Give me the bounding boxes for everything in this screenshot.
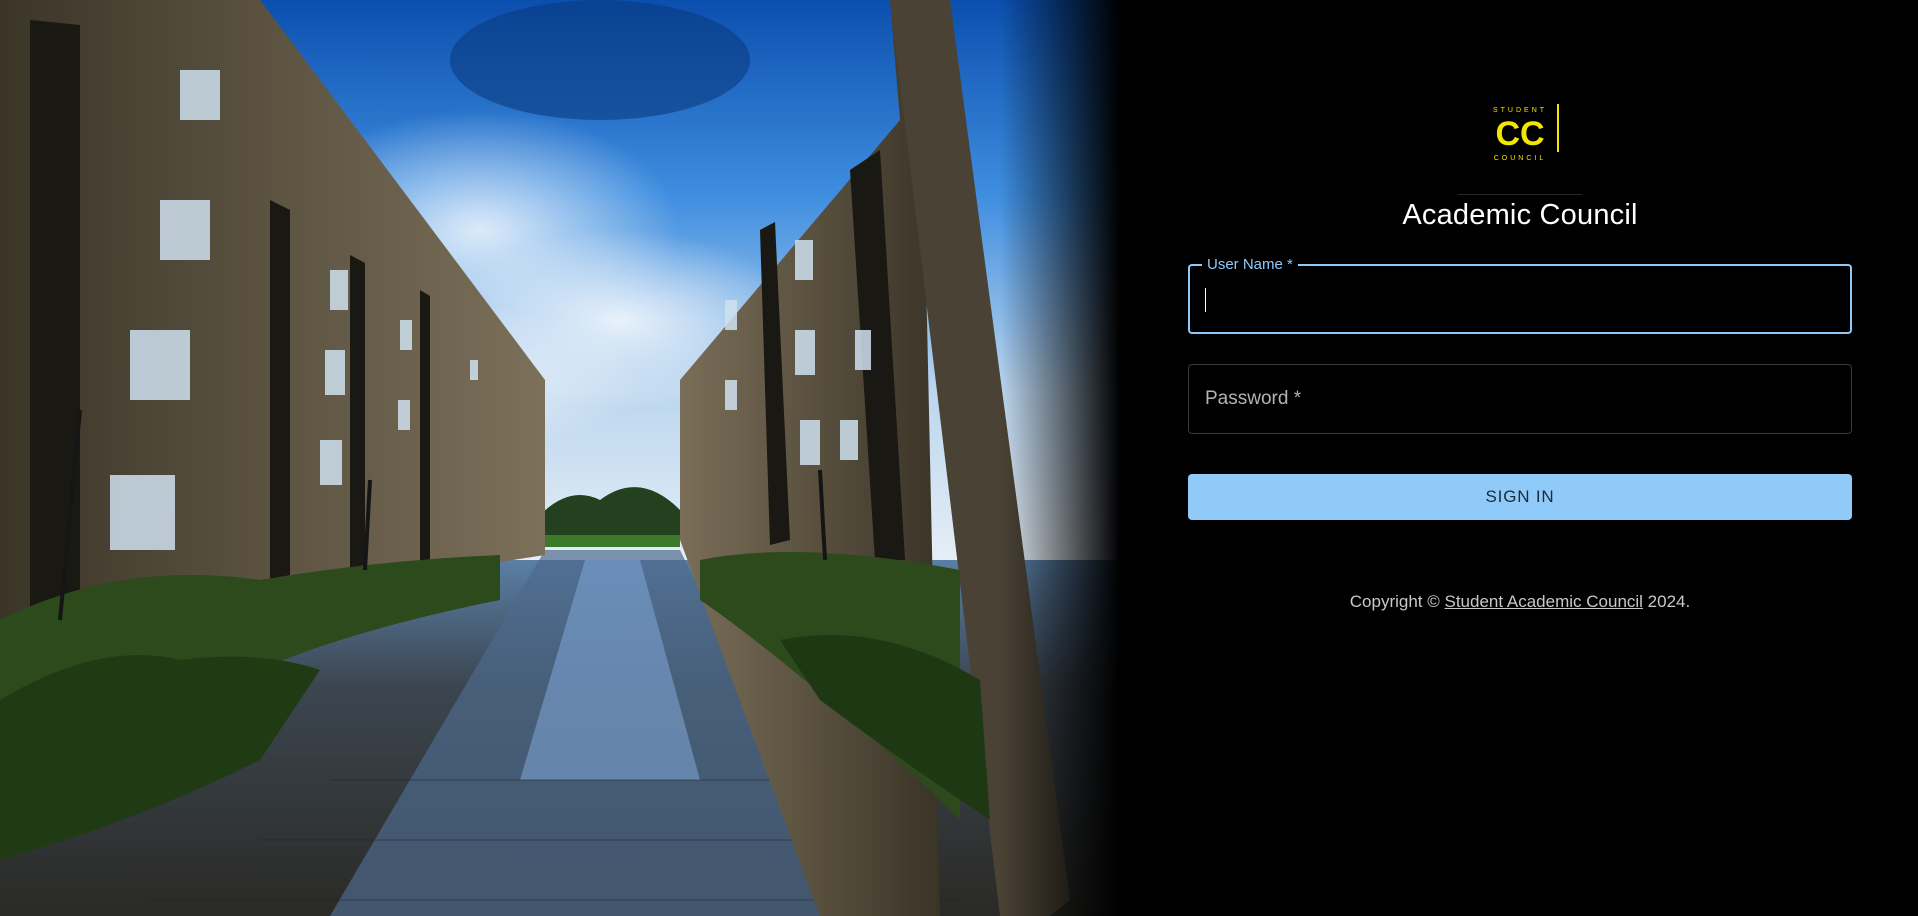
council-link[interactable]: Student Academic Council (1445, 592, 1643, 611)
logo-top-text: STUDENT (1493, 107, 1547, 114)
password-input[interactable] (1189, 365, 1851, 433)
logo-mark: CC (1495, 115, 1544, 153)
student-council-logo-icon: STUDENT CC COUNCIL (1493, 104, 1559, 162)
login-page: STUDENT CC COUNCIL Academic Council User… (0, 0, 1918, 916)
login-panel: STUDENT CC COUNCIL Academic Council User… (1120, 0, 1918, 916)
copyright-prefix: Copyright © (1349, 592, 1445, 611)
password-field[interactable]: Password * (1188, 364, 1852, 434)
title-divider (1458, 194, 1582, 195)
campus-photo-illustration (0, 0, 1120, 916)
copyright-footer: Copyright © Student Academic Council 202… (1188, 592, 1852, 612)
copyright-suffix: 2024. (1642, 592, 1691, 611)
page-title: Academic Council (1402, 199, 1638, 231)
logo-bottom-text: COUNCIL (1494, 155, 1547, 162)
sign-in-button[interactable]: SIGN IN (1188, 474, 1852, 520)
username-field[interactable]: User Name * (1188, 256, 1852, 334)
login-form: STUDENT CC COUNCIL Academic Council User… (1188, 100, 1852, 612)
campus-hero-image (0, 0, 1120, 916)
username-input[interactable] (1190, 266, 1850, 332)
